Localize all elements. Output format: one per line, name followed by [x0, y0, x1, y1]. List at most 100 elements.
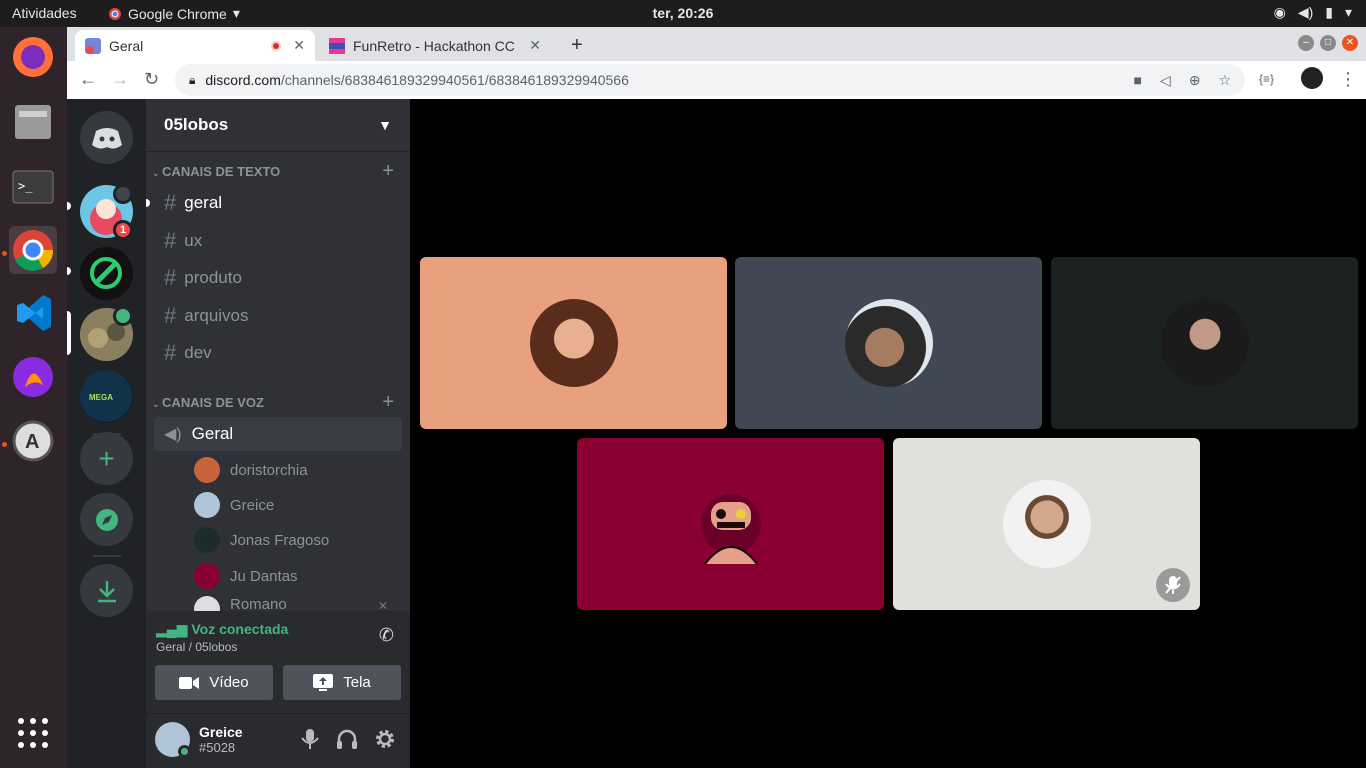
files-icon[interactable] [9, 97, 57, 145]
category-voice-channels[interactable]: ⌄ CANAIS DE VOZ + [152, 391, 394, 414]
headphones-icon[interactable] [336, 728, 358, 750]
server-icon-green[interactable] [80, 247, 133, 300]
svg-text:>_: >_ [18, 179, 33, 193]
voice-channel-geral[interactable]: ◀) Geral [154, 417, 402, 451]
chrome-dock-icon[interactable] [9, 226, 57, 274]
reload-icon[interactable]: ↻ [144, 69, 159, 90]
user-panel: Greice #5028 [146, 714, 410, 768]
participant-tile[interactable] [420, 257, 727, 429]
minimize-button[interactable]: – [1298, 35, 1314, 51]
software-updater-icon[interactable]: A [9, 417, 57, 465]
recording-icon [271, 40, 282, 51]
profile-avatar[interactable] [1301, 67, 1323, 89]
address-bar[interactable]: 🔒︎ discord.com/channels/6838461893299405… [175, 64, 1245, 96]
extension-icon[interactable]: {≡} [1259, 72, 1274, 86]
voice-user[interactable]: Romano [194, 596, 287, 612]
avatar [194, 596, 220, 612]
guild-name: 05lobos [164, 115, 229, 134]
mic-blocked-icon[interactable]: ◁ [1160, 72, 1171, 89]
firefox-dev-icon[interactable] [9, 353, 57, 401]
participant-tile[interactable] [735, 257, 1042, 429]
avatar [1160, 299, 1249, 387]
gear-icon[interactable] [374, 728, 396, 750]
camera-icon[interactable]: ■ [1133, 72, 1141, 89]
vscode-icon[interactable] [9, 289, 57, 337]
plus-icon: + [98, 442, 115, 474]
url-path: /channels/683846189329940561/68384618932… [280, 72, 629, 88]
zoom-icon[interactable]: ⊕ [1189, 72, 1201, 89]
signal-icon: ▂▄▆ [156, 621, 188, 637]
lock-icon[interactable]: 🔒︎ [189, 73, 195, 88]
channel-label: ux [184, 231, 203, 250]
disconnect-icon[interactable]: ✆ [379, 625, 394, 646]
back-icon[interactable]: ← [79, 69, 97, 90]
notification-badge: 1 [113, 220, 133, 240]
download-icon [97, 580, 116, 602]
online-status-icon [178, 745, 191, 758]
svg-text:MEGA: MEGA [89, 393, 113, 402]
voice-location[interactable]: Geral / 05lobos [156, 640, 237, 654]
browser-chrome: Geral ✕ FunRetro - Hackathon CC ✕ + – □ … [67, 27, 1366, 99]
channel-arquivos[interactable]: # arquivos [154, 299, 402, 333]
category-text-channels[interactable]: ⌄ CANAIS DE TEXTO + [152, 160, 394, 183]
speaker-icon: ◀) [164, 426, 182, 443]
server-icon-dark[interactable]: MEGA [80, 370, 133, 423]
channel-ux[interactable]: # ux [154, 224, 402, 258]
voice-status[interactable]: ▂▄▆ Voz conectada [156, 621, 288, 638]
microphone-icon[interactable] [300, 728, 320, 750]
screen-label: Tela [343, 674, 371, 691]
clock[interactable]: ter, 20:26 [0, 5, 1366, 21]
dock: >_ A [0, 27, 67, 768]
forward-icon[interactable]: → [111, 69, 129, 90]
plus-icon: + [571, 34, 583, 56]
voice-user[interactable]: Greice [194, 490, 274, 520]
hash-icon: # [164, 340, 177, 365]
server-list: 1 MEGA + [67, 99, 146, 768]
participant-tile[interactable] [1051, 257, 1358, 429]
create-channel-icon[interactable]: + [382, 160, 394, 183]
guild-header[interactable]: 05lobos ▼ [146, 99, 410, 152]
chevron-down-icon: ⌄ [152, 398, 163, 409]
kebab-menu-icon[interactable]: ⋮ [1339, 69, 1357, 90]
avatar [844, 299, 933, 387]
maximize-button[interactable]: □ [1320, 35, 1336, 51]
download-apps-button[interactable] [80, 564, 133, 617]
channel-label: produto [184, 268, 242, 287]
add-server-button[interactable]: + [80, 432, 133, 485]
terminal-icon[interactable]: >_ [9, 163, 57, 211]
star-icon[interactable]: ☆ [1218, 72, 1231, 89]
video-button[interactable]: Vídeo [155, 665, 273, 700]
voice-call-stage [410, 99, 1366, 768]
voice-user[interactable]: doristorchia [194, 455, 308, 485]
explore-servers-button[interactable] [80, 493, 133, 546]
discord-home-icon[interactable] [80, 111, 133, 164]
chevron-down-icon: ▾ [1344, 4, 1352, 20]
participant-tile[interactable] [577, 438, 884, 610]
battery-icon: ▮ [1325, 4, 1333, 20]
tab-title: FunRetro - Hackathon CC [353, 37, 515, 54]
avatar [1002, 480, 1091, 568]
create-channel-icon[interactable]: + [382, 391, 394, 414]
channel-label: dev [184, 343, 212, 362]
voice-connection-panel: ▂▄▆ Voz conectada Geral / 05lobos ✆ Víde… [146, 611, 410, 714]
voice-user[interactable]: Ju Dantas [194, 561, 298, 591]
hash-icon: # [164, 190, 177, 215]
system-tray[interactable]: ◉ ◀) ▮ ▾ [1274, 4, 1352, 21]
firefox-icon[interactable] [9, 33, 57, 81]
tab-funretro[interactable]: FunRetro - Hackathon CC ✕ [319, 30, 551, 61]
show-applications-icon[interactable] [9, 709, 57, 757]
camera-icon [179, 676, 200, 689]
channel-dev[interactable]: # dev [154, 336, 402, 370]
channel-geral[interactable]: # geral [154, 186, 402, 220]
participant-tile[interactable] [893, 438, 1200, 610]
close-window-button[interactable]: ✕ [1342, 35, 1358, 51]
avatar [194, 492, 220, 518]
close-icon[interactable]: ✕ [529, 37, 541, 54]
channel-produto[interactable]: # produto [154, 261, 402, 295]
new-tab-button[interactable]: + [561, 30, 593, 61]
close-icon[interactable]: ✕ [293, 37, 305, 54]
screen-share-button[interactable]: Tela [283, 665, 401, 700]
tab-discord[interactable]: Geral ✕ [75, 30, 315, 61]
voice-user[interactable]: Jonas Fragoso [194, 525, 329, 555]
compass-icon [95, 508, 118, 531]
